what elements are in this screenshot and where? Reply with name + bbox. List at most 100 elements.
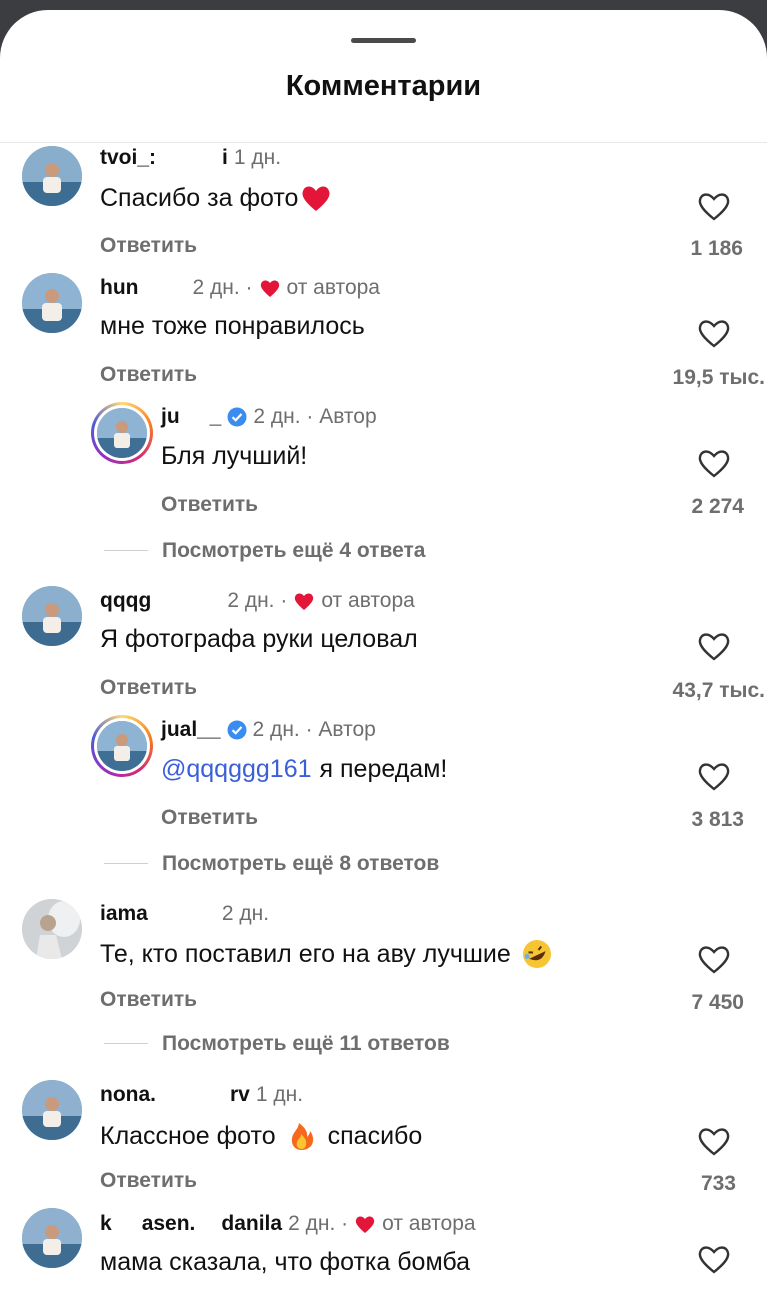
timestamp: 1 дн. (255, 1083, 304, 1106)
like-count: 1 186 (690, 237, 743, 260)
heart-outline-icon[interactable] (697, 630, 731, 662)
avatar[interactable] (22, 586, 82, 646)
comment-text-row: мама сказала, что фотка бомба (100, 1248, 470, 1277)
timestamp: 2 дн. · (192, 276, 253, 299)
view-more-replies-button[interactable]: Посмотреть ещё 8 ответов (162, 852, 439, 876)
verified-badge-icon (227, 720, 247, 740)
like-count: 733 (700, 1172, 736, 1195)
more-replies-line (104, 863, 148, 864)
more-replies-line (104, 1043, 148, 1044)
heart-outline-icon[interactable] (697, 943, 731, 975)
comment-text-row: Те, кто поставил его на аву лучшие (100, 938, 553, 970)
heart-emoji-icon (302, 186, 330, 211)
avatar-story-ring[interactable] (91, 715, 153, 777)
like-count: 3 813 (691, 808, 744, 831)
reply-button[interactable]: Ответить (100, 363, 197, 387)
username[interactable]: iama (100, 902, 148, 926)
comment-text-row: Я фотографа руки целовал (100, 625, 418, 654)
comment-meta: nona. rv 1 дн. (100, 1083, 303, 1107)
heart-outline-icon[interactable] (697, 190, 731, 222)
comment-text-after: спасибо (327, 1121, 423, 1150)
avatar[interactable] (22, 1080, 82, 1140)
avatar[interactable] (22, 146, 82, 206)
heart-outline-icon[interactable] (697, 1243, 731, 1275)
username[interactable]: hun (100, 276, 138, 300)
author-heart-icon (355, 1216, 375, 1233)
more-replies-line (104, 550, 148, 551)
avatar[interactable] (22, 1208, 82, 1268)
timestamp: 2 дн. · (288, 1212, 349, 1235)
comment-meta: ju _ 2 дн. · Автор (161, 405, 377, 429)
reply-button[interactable]: Ответить (100, 988, 197, 1012)
heart-outline-icon[interactable] (697, 760, 731, 792)
comment-text: мне тоже понравилось (100, 312, 365, 340)
like-count: 2 274 (691, 495, 744, 518)
like-count: 19,5 тыс. (672, 366, 765, 389)
avatar (97, 408, 147, 458)
author-like-label: от автора (382, 1212, 476, 1235)
comment-text: Классное фото (100, 1121, 276, 1150)
comment-meta: k asen. danila 2 дн. · от автора (100, 1212, 476, 1236)
verified-badge-icon (227, 407, 247, 427)
comment-text: Я фотографа руки целовал (100, 625, 418, 653)
view-more-replies-button[interactable]: Посмотреть ещё 11 ответов (162, 1032, 450, 1056)
comments-sheet: Комментарии tvoi_: i 1 дн. Спасибо за фо… (0, 10, 767, 1290)
avatar (97, 721, 147, 771)
username[interactable]: nona. (100, 1083, 156, 1107)
username[interactable]: tvoi_: (100, 146, 156, 170)
author-like-label: от автора (321, 589, 415, 612)
view-more-replies-button[interactable]: Посмотреть ещё 4 ответа (162, 539, 425, 563)
comment-meta: qqqg 2 дн. · от автора (100, 589, 415, 613)
username[interactable]: jual__ (161, 718, 221, 742)
avatar[interactable] (22, 273, 82, 333)
username-tail: rv (230, 1083, 250, 1106)
comment-text: Те, кто поставил его на аву лучшие (100, 939, 511, 968)
author-like-label: от автора (286, 276, 380, 299)
heart-outline-icon[interactable] (697, 447, 731, 479)
comment-text: Спасибо за фото (100, 183, 299, 212)
comment-text-row: мне тоже понравилось (100, 312, 365, 341)
reply-button[interactable]: Ответить (161, 493, 258, 517)
comment-meta: tvoi_: i 1 дн. (100, 146, 281, 170)
like-count: 7 450 (691, 991, 744, 1014)
comment-meta: jual__ 2 дн. · Автор (161, 718, 376, 742)
username[interactable]: k (100, 1212, 112, 1236)
timestamp: 2 дн. · Автор (253, 405, 377, 428)
author-heart-icon (260, 280, 279, 297)
username[interactable]: qqqg (100, 589, 151, 613)
drag-handle[interactable] (351, 38, 416, 43)
username[interactable]: ju (161, 405, 180, 429)
reply-button[interactable]: Ответить (100, 234, 197, 258)
comment-text: Бля лучший! (161, 442, 308, 470)
reply-button[interactable]: Ответить (100, 676, 197, 700)
username-tail: danila (221, 1212, 283, 1235)
comment-meta: iama 2 дн. (100, 902, 269, 926)
heart-outline-icon[interactable] (697, 317, 731, 349)
comment-text-row: Спасибо за фото (100, 182, 332, 214)
avatar[interactable] (22, 899, 82, 959)
reply-button[interactable]: Ответить (100, 1169, 197, 1193)
author-heart-icon (295, 593, 314, 610)
comment-text: мама сказала, что фотка бомба (100, 1248, 471, 1276)
avatar-story-ring[interactable] (91, 402, 153, 464)
timestamp: 2 дн. (221, 902, 270, 925)
timestamp: 1 дн. (233, 146, 282, 169)
username-tail: _ (209, 405, 222, 428)
divider (0, 142, 767, 143)
fire-emoji-icon (291, 1123, 313, 1150)
rofl-emoji-icon (522, 940, 551, 968)
username-tail: asen. (141, 1212, 196, 1235)
heart-outline-icon[interactable] (697, 1125, 731, 1157)
page-title: Комментарии (285, 70, 482, 102)
username-tail: i (222, 146, 228, 169)
comment-meta: hun 2 дн. · от автора (100, 276, 380, 300)
mention-link[interactable]: @qqqggg161 (161, 755, 312, 784)
comment-text: я передам! (319, 755, 448, 783)
reply-button[interactable]: Ответить (161, 806, 258, 830)
comment-text-row: @qqqggg161 я передам! (161, 755, 447, 784)
timestamp: 2 дн. · Автор (252, 718, 376, 741)
timestamp: 2 дн. · (227, 589, 288, 612)
comment-text-row: Бля лучший! (161, 442, 307, 471)
like-count: 43,7 тыс. (672, 679, 765, 702)
comment-text-row: Классное фото спасибо (100, 1120, 422, 1152)
